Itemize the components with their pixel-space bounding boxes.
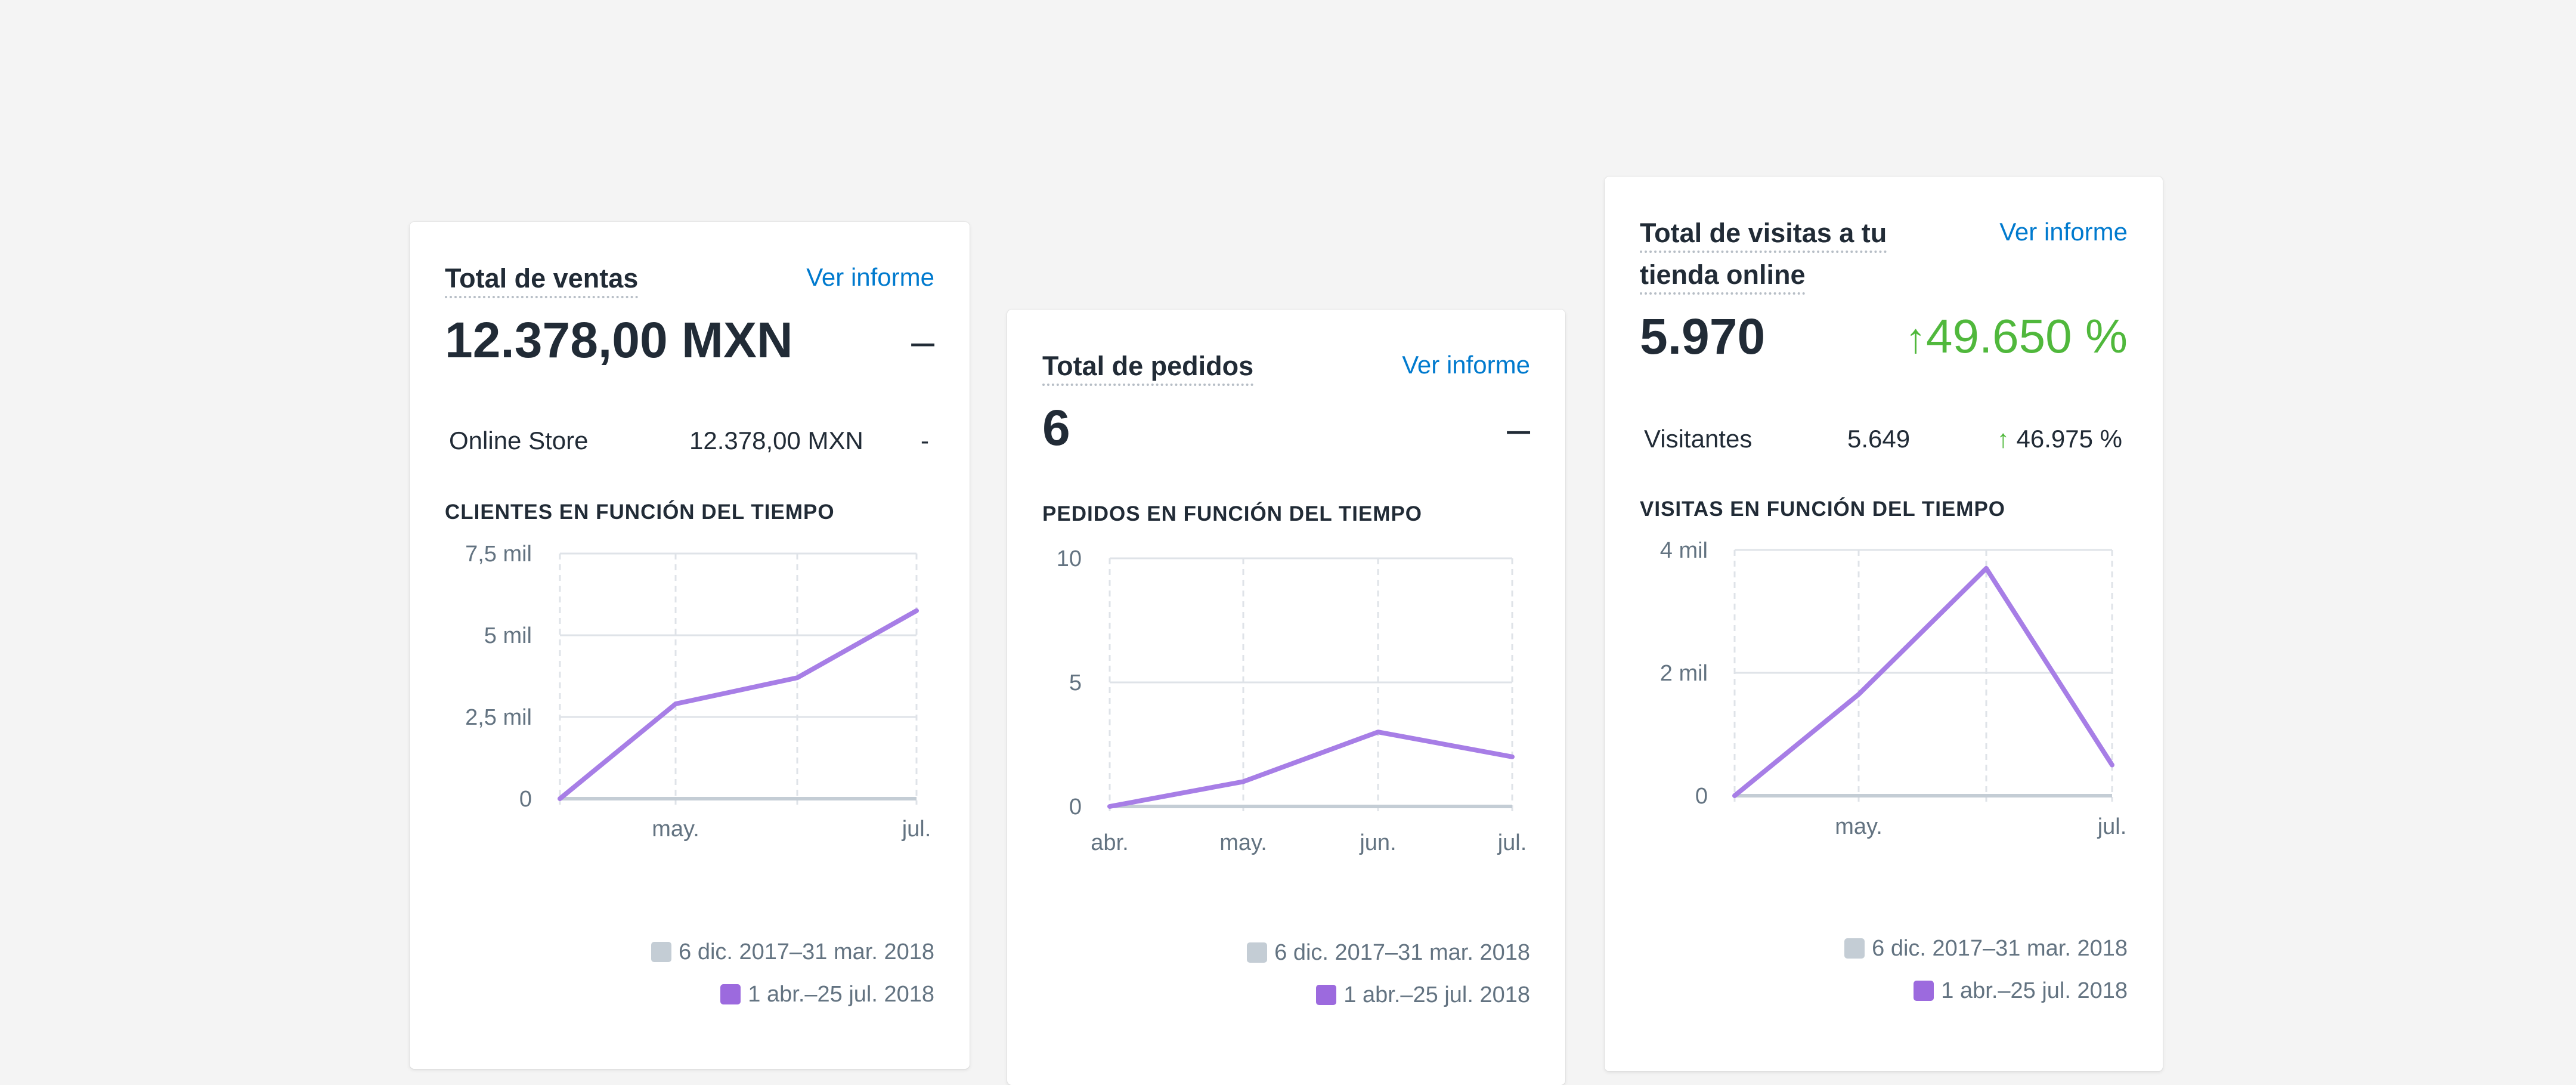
- metric-value: 5.970: [1640, 308, 1766, 364]
- metric-value: 6: [1042, 400, 1070, 456]
- legend-label-current: 1 abr.–25 jul. 2018: [748, 982, 934, 1007]
- legend-previous[interactable]: 6 dic. 2017–31 mar. 2018: [1844, 936, 2128, 962]
- y-tick-label: 5: [1069, 670, 1082, 695]
- breakdown-change: -: [921, 426, 929, 455]
- legend-previous[interactable]: 6 dic. 2017–31 mar. 2018: [651, 939, 934, 965]
- breakdown-label: Visitantes: [1644, 425, 1753, 453]
- series-line-current: [558, 608, 919, 801]
- legend-swatch-previous: [1844, 938, 1865, 959]
- breakdown-change: ↑ 46.975 %: [1996, 425, 2122, 453]
- sales-card: Total de ventas Ver informe 12.378,00 MX…: [410, 222, 970, 1069]
- legend-previous[interactable]: 6 dic. 2017–31 mar. 2018: [1247, 940, 1530, 966]
- x-tick-label: jul.: [902, 817, 931, 842]
- legend-swatch-previous: [651, 942, 672, 962]
- orders-card: Total de pedidos Ver informe 6 – PEDIDOS…: [1007, 310, 1565, 1085]
- legend-swatch-current: [720, 984, 741, 1004]
- legend-swatch-current: [1316, 985, 1337, 1005]
- metric-value: 12.378,00 MXN: [445, 312, 793, 368]
- y-tick-label: 2 mil: [1660, 661, 1708, 686]
- metric-change: ↑49.650 %: [1905, 310, 2128, 363]
- arrow-up-icon: ↑: [1905, 315, 1926, 361]
- legend-swatch-previous: [1247, 942, 1268, 963]
- legend-label-previous: 6 dic. 2017–31 mar. 2018: [1872, 936, 2128, 961]
- y-tick-label: 2,5 mil: [465, 705, 532, 730]
- x-tick-label: may.: [1219, 830, 1267, 855]
- breakdown-value: 12.378,00 MXN: [689, 426, 863, 455]
- y-tick-label: 0: [519, 787, 532, 812]
- metric-change: –: [911, 318, 934, 364]
- legend-label-current: 1 abr.–25 jul. 2018: [1941, 978, 2128, 1003]
- visits-chart: 0 2 mil 4 mil may. jul.: [1660, 542, 2127, 839]
- card-title-line-1[interactable]: Total de visitas a tu: [1640, 212, 1887, 254]
- customers-chart: 0 2,5 mil 5 mil 7,5 mil may. jul.: [465, 544, 931, 842]
- x-tick-label: may.: [652, 817, 699, 842]
- chart-title: VISITAS EN FUNCIÓN DEL TIEMPO: [1640, 497, 2006, 521]
- visits-card: Total de visitas a tu tienda online Ver …: [1605, 177, 2163, 1071]
- y-tick-label: 7,5 mil: [465, 544, 532, 567]
- card-title[interactable]: Total de pedidos: [1042, 345, 1253, 387]
- view-report-link[interactable]: Ver informe: [1999, 218, 2128, 246]
- breakdown-value: 5.649: [1847, 425, 1911, 453]
- x-tick-label: may.: [1835, 814, 1883, 839]
- metric-change: –: [1507, 406, 1530, 452]
- x-tick-label: jun.: [1359, 830, 1396, 855]
- legend-current[interactable]: 1 abr.–25 jul. 2018: [1914, 978, 2128, 1004]
- card-title-line-2[interactable]: tienda online: [1640, 254, 1806, 295]
- series-line-current: [1107, 729, 1515, 809]
- legend-current[interactable]: 1 abr.–25 jul. 2018: [720, 982, 934, 1007]
- legend-label-previous: 6 dic. 2017–31 mar. 2018: [1274, 940, 1530, 965]
- x-tick-label: jul.: [2097, 814, 2127, 839]
- legend-label-current: 1 abr.–25 jul. 2018: [1343, 982, 1530, 1007]
- y-tick-label: 4 mil: [1660, 542, 1708, 563]
- y-tick-label: 0: [1695, 784, 1708, 809]
- breakdown-label: Online Store: [449, 426, 589, 455]
- series-line-current: [1732, 565, 2114, 798]
- legend-swatch-current: [1914, 981, 1934, 1001]
- legend-current[interactable]: 1 abr.–25 jul. 2018: [1316, 982, 1530, 1008]
- x-tick-label: abr.: [1091, 830, 1128, 855]
- arrow-up-icon: ↑: [1996, 425, 2010, 453]
- chart-title: CLIENTES EN FUNCIÓN DEL TIEMPO: [445, 500, 835, 524]
- y-tick-label: 10: [1057, 546, 1082, 571]
- view-report-link[interactable]: Ver informe: [1402, 351, 1530, 379]
- legend-label-previous: 6 dic. 2017–31 mar. 2018: [679, 939, 934, 965]
- y-tick-label: 0: [1069, 795, 1082, 820]
- view-report-link[interactable]: Ver informe: [806, 263, 934, 292]
- card-title[interactable]: Total de ventas: [445, 258, 638, 299]
- orders-chart: 0 5 10 abr. may. jun. jul.: [1057, 546, 1527, 855]
- chart-title: PEDIDOS EN FUNCIÓN DEL TIEMPO: [1042, 502, 1423, 526]
- y-tick-label: 5 mil: [484, 623, 532, 648]
- x-tick-label: jul.: [1497, 830, 1527, 855]
